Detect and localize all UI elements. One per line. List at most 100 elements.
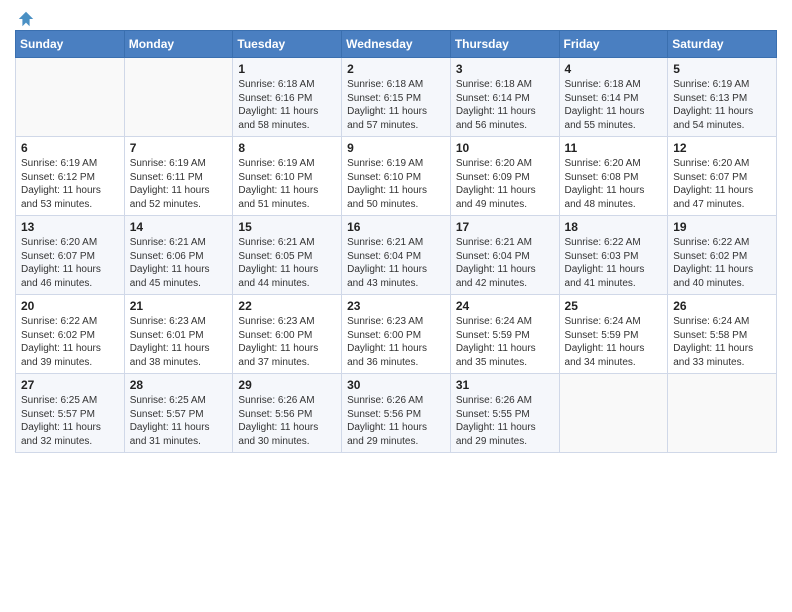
day-info: Sunrise: 6:26 AM Sunset: 5:56 PM Dayligh…: [238, 394, 336, 448]
day-number: 24: [456, 299, 554, 313]
day-info: Sunrise: 6:21 AM Sunset: 6:06 PM Dayligh…: [130, 236, 228, 290]
day-number: 5: [673, 62, 771, 76]
day-info: Sunrise: 6:26 AM Sunset: 5:56 PM Dayligh…: [347, 394, 445, 448]
calendar-cell: 22Sunrise: 6:23 AM Sunset: 6:00 PM Dayli…: [233, 295, 342, 374]
column-header-tuesday: Tuesday: [233, 31, 342, 58]
calendar-cell: 17Sunrise: 6:21 AM Sunset: 6:04 PM Dayli…: [450, 216, 559, 295]
calendar-cell: 14 Sunrise: 6:21 AM Sunset: 6:06 PM Dayli…: [124, 216, 233, 295]
day-number: 16: [347, 220, 445, 234]
calendar-cell: 1 Sunrise: 6:18 AM Sunset: 6:16 PM Daylig…: [233, 58, 342, 137]
day-number: 21: [130, 299, 228, 313]
calendar-cell: 13Sunrise: 6:20 AM Sunset: 6:07 PM Dayli…: [16, 216, 125, 295]
calendar-cell: 29 Sunrise: 6:26 AM Sunset: 5:56 PM Dayli…: [233, 374, 342, 453]
calendar-cell: 3 Sunrise: 6:18 AM Sunset: 6:14 PM Daylig…: [450, 58, 559, 137]
day-number: 12: [673, 141, 771, 155]
day-number: 19: [673, 220, 771, 234]
calendar-cell: 26 Sunrise: 6:24 AM Sunset: 5:58 PM Dayli…: [668, 295, 777, 374]
day-number: 8: [238, 141, 336, 155]
calendar-cell: 19 Sunrise: 6:22 AM Sunset: 6:02 PM Dayli…: [668, 216, 777, 295]
day-info: Sunrise: 6:26 AM Sunset: 5:55 PM Dayligh…: [456, 394, 554, 448]
day-info: Sunrise: 6:19 AM Sunset: 6:10 PM Dayligh…: [347, 157, 445, 211]
page-header: [15, 10, 777, 24]
day-info: Sunrise: 6:20 AM Sunset: 6:09 PM Dayligh…: [456, 157, 554, 211]
calendar-cell: 24 Sunrise: 6:24 AM Sunset: 5:59 PM Dayli…: [450, 295, 559, 374]
calendar-header-row: SundayMondayTuesdayWednesdayThursdayFrid…: [16, 31, 777, 58]
calendar-cell: [16, 58, 125, 137]
calendar-cell: 12 Sunrise: 6:20 AM Sunset: 6:07 PM Dayli…: [668, 137, 777, 216]
day-number: 25: [565, 299, 663, 313]
day-info: Sunrise: 6:22 AM Sunset: 6:02 PM Dayligh…: [21, 315, 119, 369]
day-number: 10: [456, 141, 554, 155]
day-number: 27: [21, 378, 119, 392]
day-info: Sunrise: 6:19 AM Sunset: 6:12 PM Dayligh…: [21, 157, 119, 211]
day-info: Sunrise: 6:24 AM Sunset: 5:59 PM Dayligh…: [456, 315, 554, 369]
day-number: 4: [565, 62, 663, 76]
column-header-monday: Monday: [124, 31, 233, 58]
day-number: 15: [238, 220, 336, 234]
day-info: Sunrise: 6:25 AM Sunset: 5:57 PM Dayligh…: [21, 394, 119, 448]
calendar-cell: 18 Sunrise: 6:22 AM Sunset: 6:03 PM Dayli…: [559, 216, 668, 295]
day-info: Sunrise: 6:22 AM Sunset: 6:02 PM Dayligh…: [673, 236, 771, 290]
calendar-cell: 2 Sunrise: 6:18 AM Sunset: 6:15 PM Daylig…: [342, 58, 451, 137]
day-number: 13: [21, 220, 119, 234]
day-info: Sunrise: 6:20 AM Sunset: 6:07 PM Dayligh…: [673, 157, 771, 211]
day-number: 17: [456, 220, 554, 234]
column-header-thursday: Thursday: [450, 31, 559, 58]
calendar-cell: [124, 58, 233, 137]
calendar-week-2: 6 Sunrise: 6:19 AM Sunset: 6:12 PM Daylig…: [16, 137, 777, 216]
day-info: Sunrise: 6:24 AM Sunset: 5:59 PM Dayligh…: [565, 315, 663, 369]
calendar-cell: 11Sunrise: 6:20 AM Sunset: 6:08 PM Dayli…: [559, 137, 668, 216]
day-info: Sunrise: 6:23 AM Sunset: 6:00 PM Dayligh…: [238, 315, 336, 369]
calendar-week-3: 13Sunrise: 6:20 AM Sunset: 6:07 PM Dayli…: [16, 216, 777, 295]
calendar-week-4: 20 Sunrise: 6:22 AM Sunset: 6:02 PM Dayli…: [16, 295, 777, 374]
day-info: Sunrise: 6:22 AM Sunset: 6:03 PM Dayligh…: [565, 236, 663, 290]
day-info: Sunrise: 6:18 AM Sunset: 6:15 PM Dayligh…: [347, 78, 445, 132]
day-info: Sunrise: 6:23 AM Sunset: 6:00 PM Dayligh…: [347, 315, 445, 369]
day-number: 14: [130, 220, 228, 234]
calendar-table: SundayMondayTuesdayWednesdayThursdayFrid…: [15, 30, 777, 453]
day-number: 31: [456, 378, 554, 392]
column-header-saturday: Saturday: [668, 31, 777, 58]
day-info: Sunrise: 6:21 AM Sunset: 6:04 PM Dayligh…: [347, 236, 445, 290]
calendar-cell: 16 Sunrise: 6:21 AM Sunset: 6:04 PM Dayli…: [342, 216, 451, 295]
calendar-cell: 21 Sunrise: 6:23 AM Sunset: 6:01 PM Dayli…: [124, 295, 233, 374]
column-header-sunday: Sunday: [16, 31, 125, 58]
day-info: Sunrise: 6:18 AM Sunset: 6:14 PM Dayligh…: [565, 78, 663, 132]
calendar-cell: 20 Sunrise: 6:22 AM Sunset: 6:02 PM Dayli…: [16, 295, 125, 374]
day-number: 3: [456, 62, 554, 76]
calendar-cell: [559, 374, 668, 453]
day-number: 29: [238, 378, 336, 392]
calendar-cell: 25 Sunrise: 6:24 AM Sunset: 5:59 PM Dayli…: [559, 295, 668, 374]
day-info: Sunrise: 6:24 AM Sunset: 5:58 PM Dayligh…: [673, 315, 771, 369]
calendar-cell: 8Sunrise: 6:19 AM Sunset: 6:10 PM Daylig…: [233, 137, 342, 216]
day-number: 9: [347, 141, 445, 155]
day-number: 2: [347, 62, 445, 76]
day-number: 20: [21, 299, 119, 313]
day-info: Sunrise: 6:18 AM Sunset: 6:16 PM Dayligh…: [238, 78, 336, 132]
calendar-cell: 27 Sunrise: 6:25 AM Sunset: 5:57 PM Dayli…: [16, 374, 125, 453]
day-number: 6: [21, 141, 119, 155]
day-number: 26: [673, 299, 771, 313]
calendar-cell: 7Sunrise: 6:19 AM Sunset: 6:11 PM Daylig…: [124, 137, 233, 216]
day-number: 28: [130, 378, 228, 392]
calendar-cell: 6 Sunrise: 6:19 AM Sunset: 6:12 PM Daylig…: [16, 137, 125, 216]
day-info: Sunrise: 6:23 AM Sunset: 6:01 PM Dayligh…: [130, 315, 228, 369]
calendar-cell: [668, 374, 777, 453]
calendar-cell: 31 Sunrise: 6:26 AM Sunset: 5:55 PM Dayli…: [450, 374, 559, 453]
calendar-week-1: 1 Sunrise: 6:18 AM Sunset: 6:16 PM Daylig…: [16, 58, 777, 137]
day-number: 1: [238, 62, 336, 76]
logo-icon: [17, 10, 35, 28]
calendar-cell: 28 Sunrise: 6:25 AM Sunset: 5:57 PM Dayli…: [124, 374, 233, 453]
day-info: Sunrise: 6:19 AM Sunset: 6:13 PM Dayligh…: [673, 78, 771, 132]
column-header-wednesday: Wednesday: [342, 31, 451, 58]
day-number: 23: [347, 299, 445, 313]
day-info: Sunrise: 6:18 AM Sunset: 6:14 PM Dayligh…: [456, 78, 554, 132]
day-info: Sunrise: 6:19 AM Sunset: 6:11 PM Dayligh…: [130, 157, 228, 211]
calendar-week-5: 27 Sunrise: 6:25 AM Sunset: 5:57 PM Dayli…: [16, 374, 777, 453]
calendar-body: 1 Sunrise: 6:18 AM Sunset: 6:16 PM Daylig…: [16, 58, 777, 453]
calendar-cell: 10 Sunrise: 6:20 AM Sunset: 6:09 PM Dayli…: [450, 137, 559, 216]
day-number: 18: [565, 220, 663, 234]
calendar-cell: 30Sunrise: 6:26 AM Sunset: 5:56 PM Dayli…: [342, 374, 451, 453]
column-header-friday: Friday: [559, 31, 668, 58]
day-info: Sunrise: 6:25 AM Sunset: 5:57 PM Dayligh…: [130, 394, 228, 448]
